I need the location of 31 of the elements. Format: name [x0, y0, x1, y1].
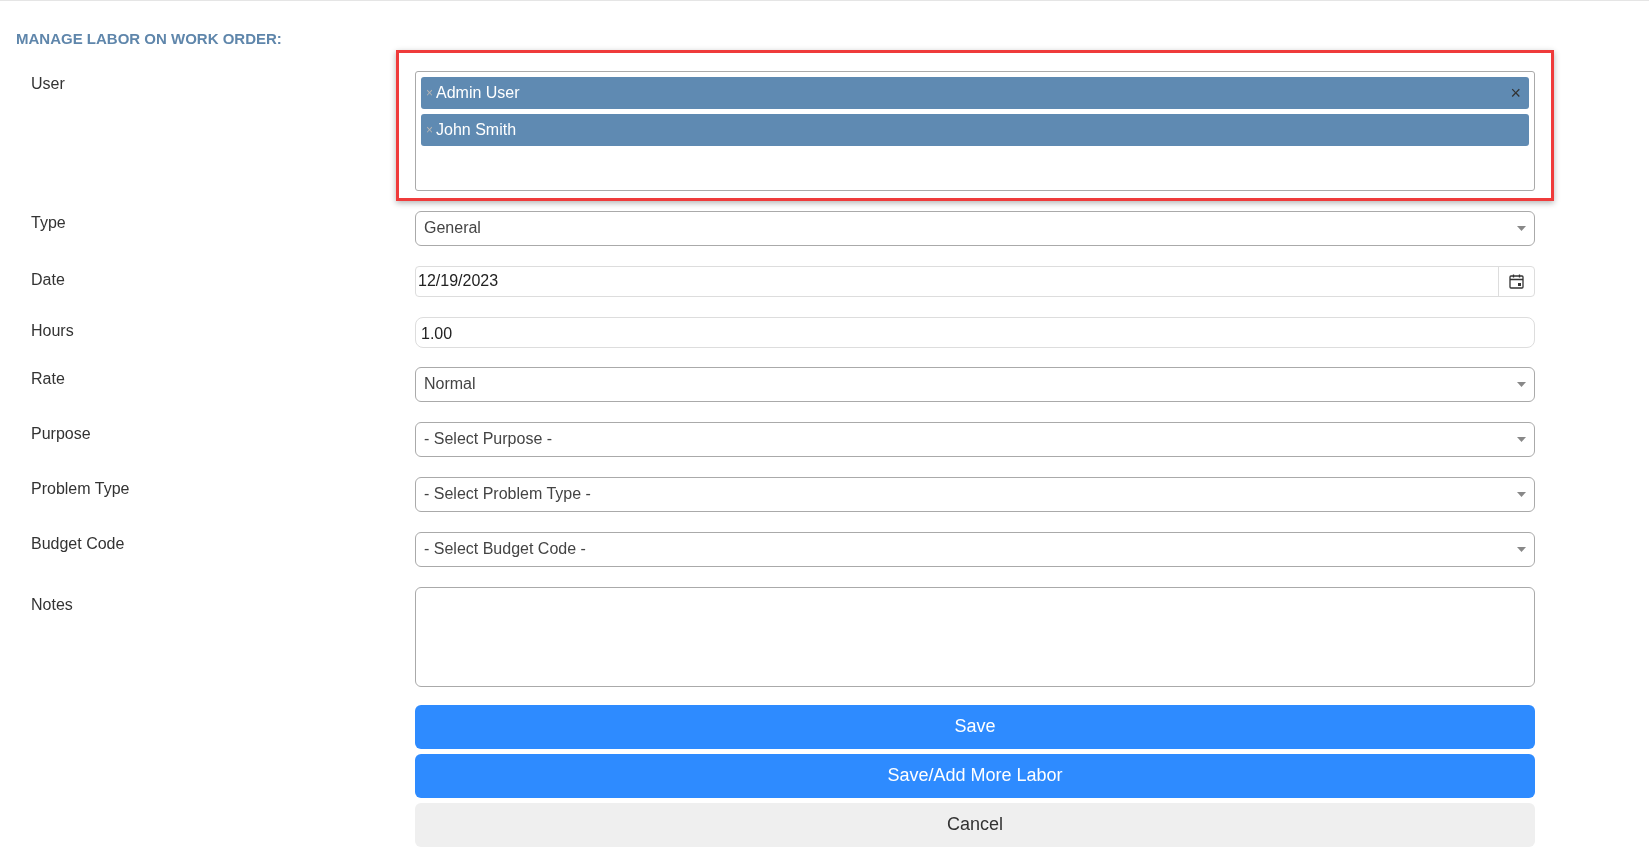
field-label: Type: [31, 213, 66, 231]
section-heading: MANAGE LABOR ON WORK ORDER:: [15, 29, 283, 49]
select-dropdown[interactable]: - Select Problem Type -: [415, 476, 1535, 512]
caret-icon: [1517, 225, 1526, 231]
field-label: Notes: [31, 595, 73, 613]
form-button[interactable]: Cancel: [415, 802, 1535, 847]
field-label: Purpose: [31, 424, 91, 442]
select-dropdown[interactable]: - Select Purpose -: [415, 421, 1535, 457]
user-tag[interactable]: × John Smith: [421, 113, 1529, 146]
select-dropdown[interactable]: - Select Budget Code -: [415, 531, 1535, 567]
caret-icon: [1517, 436, 1526, 442]
calendar-icon: [1509, 273, 1524, 289]
select-dropdown[interactable]: General: [415, 210, 1535, 246]
field-label: Hours: [31, 321, 74, 339]
user-tag[interactable]: × Admin User ×: [421, 76, 1529, 109]
user-tag-field[interactable]: × Admin User × × John Smith: [415, 70, 1535, 191]
hours-field[interactable]: 1.00: [415, 316, 1535, 348]
caret-icon: [1517, 546, 1526, 552]
field-label: Date: [31, 270, 65, 288]
field-label: Budget Code: [31, 534, 125, 552]
notes-field[interactable]: [415, 586, 1535, 687]
tag-label: Admin User: [436, 82, 521, 103]
field-label: User: [31, 74, 65, 92]
field-label: Problem Type: [31, 479, 130, 497]
select-dropdown[interactable]: Normal: [415, 366, 1535, 402]
tag-label: John Smith: [436, 119, 518, 140]
caret-icon: [1517, 491, 1526, 497]
date-field[interactable]: 12/19/2023: [415, 265, 1535, 297]
field-label: Rate: [31, 369, 65, 387]
clear-all-button[interactable]: ×: [1510, 83, 1521, 102]
caret-icon: [1517, 381, 1526, 387]
